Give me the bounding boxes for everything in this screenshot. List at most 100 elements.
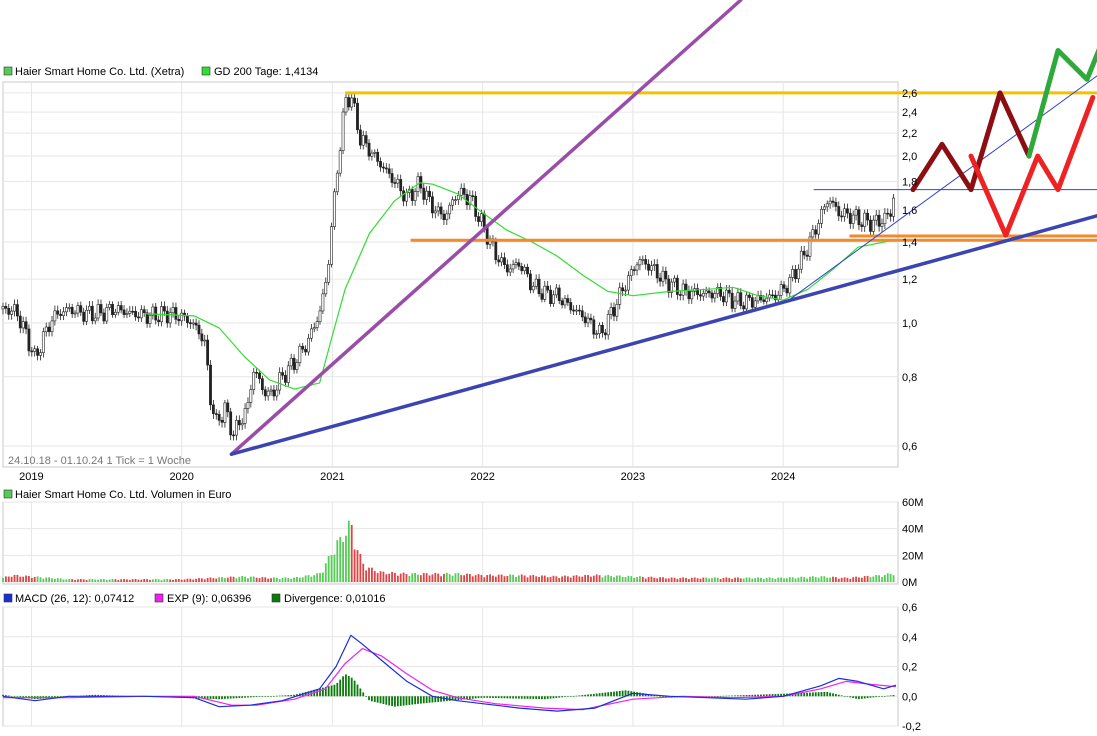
price-candle [621,287,625,292]
volume-bar [278,579,281,582]
volume-bar [65,579,68,582]
volume-bar [224,578,226,582]
price-candle [699,294,702,297]
volume-bar [134,578,137,582]
divergence-bar [869,696,872,698]
price-candle [318,310,322,322]
price-candle [96,304,100,319]
price-candle [485,227,489,245]
price-candle [405,192,408,202]
volume-bar [36,576,39,582]
divergence-bar [751,694,754,697]
price-candle [330,226,333,265]
volume-bar [517,575,520,582]
divergence-bar [820,692,823,697]
price-candle [742,305,746,310]
price-tick-label: 1,2 [902,274,917,286]
volume-bar [10,576,13,582]
volume-bar [59,578,62,582]
price-candle [860,224,864,227]
volume-bar [598,575,601,582]
price-candle [30,350,34,353]
macd-tick-label: -0,2 [902,721,921,733]
price-candle [655,264,659,279]
price-candle [373,151,377,154]
price-candle [358,129,362,146]
divergence-bar [806,692,808,697]
price-candle [223,402,227,423]
volume-bar [800,576,803,582]
divergence-bar [249,696,252,698]
volume-bar [347,520,350,582]
volume-bar [797,577,800,582]
price-candle [552,294,555,304]
volume-bar [91,578,94,582]
price-candle [840,215,844,218]
volume-bar [468,573,471,582]
volume-bar [555,576,558,582]
price-candle [226,402,230,413]
volume-bar [719,579,722,582]
price-candle [831,200,835,203]
divergence-bar [520,696,523,699]
price-candle [131,310,135,313]
volume-bar [788,577,791,582]
divergence-bar [572,696,575,697]
price-candle [433,210,437,214]
divergence-bar [604,692,607,697]
price-candle [203,339,207,342]
divergence-bar [748,694,751,697]
volume-bar [791,577,794,582]
volume-bar [494,576,497,582]
divergence-bar [327,686,330,697]
divergence-bar [722,695,725,697]
divergence-bar [843,696,846,697]
price-candle [814,229,818,235]
price-candle [782,284,786,289]
volume-bar [48,577,51,582]
divergence-bar [287,695,290,697]
price-candle [854,209,858,216]
volume-bar [886,573,889,582]
divergence-bar [261,696,264,697]
volume-bar [595,574,598,582]
price-tick-label: 1,0 [902,318,917,330]
volume-bar [281,577,284,582]
divergence-bar [598,693,601,697]
volume-bar [486,575,489,582]
divergence-bar [535,696,538,700]
volume-bar [235,578,238,582]
volume-bar [783,578,785,582]
price-candle [482,213,486,229]
divergence-bar [569,696,572,697]
volume-bar [702,577,705,582]
price-candle [333,191,336,227]
volume-bar [316,573,319,582]
divergence-bar [255,696,258,698]
divergence-bar [290,694,293,697]
divergence-bar [889,695,892,697]
price-candle [62,311,65,316]
price-candle [727,289,731,294]
volume-bar [275,577,278,582]
divergence-bar [659,696,661,697]
price-candle [137,316,140,319]
volume-bar [610,576,612,582]
volume-bar [463,575,466,582]
volume-bar [860,577,863,582]
volume-bar [391,571,393,582]
volume-bar [434,572,437,582]
volume-bar [558,577,561,582]
price-panel [2,81,899,468]
price-candle [704,290,708,294]
volume-bar [304,575,307,582]
divergence-bar [607,692,610,697]
volume-bar [809,576,811,582]
divergence-bar [613,691,615,697]
volume-bar [552,575,555,582]
volume-bar [336,540,339,582]
volume-bar [587,574,589,582]
volume-bar [561,576,564,582]
price-candle [237,420,241,426]
volume-bar [206,577,209,582]
